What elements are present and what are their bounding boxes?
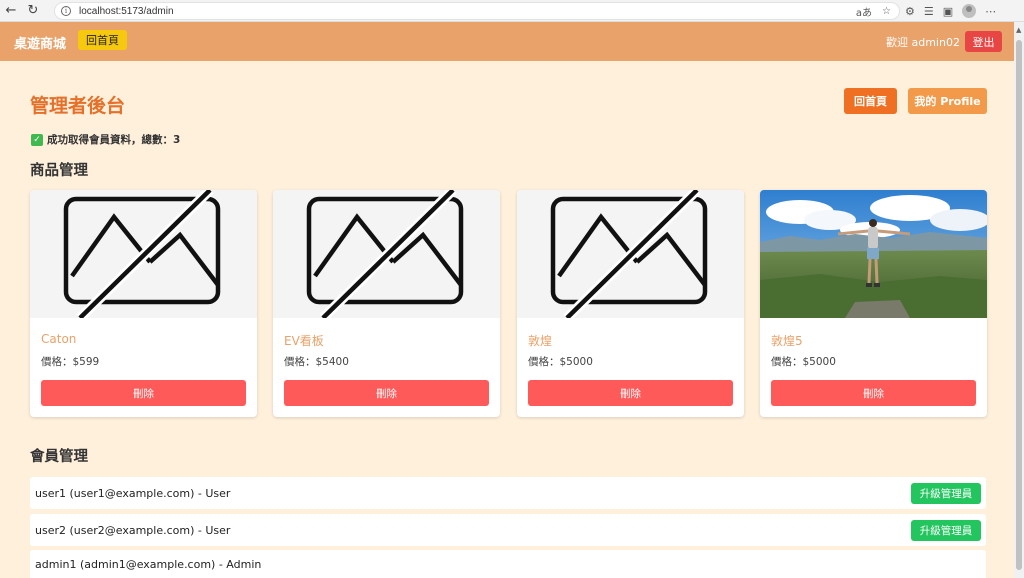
extensions-icon[interactable]: ⚙ (905, 5, 915, 18)
back-icon[interactable]: ← (0, 0, 22, 22)
page-title: 管理者後台 (30, 95, 126, 117)
member-section-title: 會員管理 (30, 449, 88, 465)
product-card: 敦煌5 價格：$5000 刪除 (760, 190, 987, 417)
broken-image-icon (30, 190, 257, 318)
admin-main: 管理者後台 回首頁 我的 Profile ✓ 成功取得會員資料，總數：3 商品管… (0, 61, 1014, 578)
product-card: Caton 價格：$599 刪除 (30, 190, 257, 417)
delete-product-button[interactable]: 刪除 (41, 380, 246, 406)
logout-button[interactable]: 登出 (965, 31, 1002, 52)
landscape-photo (760, 190, 987, 318)
product-name: EV看板 (284, 334, 324, 348)
product-name: Caton (41, 332, 77, 346)
page-scrollbar[interactable]: ▲ (1014, 22, 1024, 578)
scroll-up-icon[interactable]: ▲ (1016, 26, 1021, 34)
delete-product-button[interactable]: 刪除 (528, 380, 733, 406)
product-section-title: 商品管理 (30, 163, 88, 179)
status-message: ✓ 成功取得會員資料，總數：3 (31, 132, 180, 147)
url-text: localhost:5173/admin (79, 5, 174, 17)
member-info: user1 (user1@example.com) - User (35, 486, 231, 500)
favorite-star-icon[interactable]: ☆ (882, 6, 891, 17)
product-price: 價格：$5400 (284, 356, 349, 368)
browser-toolbar: ← ↻ i localhost:5173/admin aあ ☆ ⚙ ☰ ▣ ⋯ (0, 0, 1024, 22)
product-price: 價格：$5000 (528, 356, 593, 368)
member-row: user1 (user1@example.com) - User 升級管理員 (30, 477, 986, 509)
welcome-text: 歡迎 admin02 (886, 36, 960, 49)
scrollbar-thumb[interactable] (1016, 40, 1022, 570)
more-menu-icon[interactable]: ⋯ (985, 5, 996, 18)
product-card: 敦煌 價格：$5000 刪除 (517, 190, 744, 417)
navbar-home-button[interactable]: 回首頁 (78, 30, 127, 50)
my-profile-button[interactable]: 我的 Profile (908, 88, 987, 114)
home-button[interactable]: 回首頁 (844, 88, 897, 114)
member-info: admin1 (admin1@example.com) - Admin (35, 557, 262, 571)
product-card: EV看板 價格：$5400 刪除 (273, 190, 500, 417)
broken-image-icon (517, 190, 744, 318)
reload-icon[interactable]: ↻ (22, 0, 44, 22)
profile-avatar-icon[interactable] (962, 4, 977, 18)
read-aloud-icon[interactable]: aあ (856, 4, 872, 19)
brand-logo[interactable]: 桌遊商城 (14, 33, 66, 52)
product-price: 價格：$599 (41, 356, 100, 368)
promote-admin-button[interactable]: 升級管理員 (911, 483, 981, 504)
member-row: admin1 (admin1@example.com) - Admin (30, 550, 986, 578)
promote-admin-button[interactable]: 升級管理員 (911, 520, 981, 541)
delete-product-button[interactable]: 刪除 (771, 380, 976, 406)
address-bar[interactable]: i localhost:5173/admin aあ ☆ (54, 2, 900, 20)
broken-image-icon (273, 190, 500, 318)
product-name: 敦煌5 (771, 334, 803, 348)
member-row: user2 (user2@example.com) - User 升級管理員 (30, 514, 986, 546)
product-price: 價格：$5000 (771, 356, 836, 368)
collections-icon[interactable]: ▣ (943, 5, 953, 18)
favorites-icon[interactable]: ☰ (924, 5, 934, 18)
member-info: user2 (user2@example.com) - User (35, 523, 231, 537)
delete-product-button[interactable]: 刪除 (284, 380, 489, 406)
site-info-icon[interactable]: i (61, 6, 71, 16)
app-navbar: 桌遊商城 回首頁 歡迎 admin02 登出 (0, 22, 1014, 61)
product-name: 敦煌 (528, 334, 553, 348)
checkmark-icon: ✓ (31, 133, 43, 146)
status-text: 成功取得會員資料，總數：3 (47, 134, 181, 146)
